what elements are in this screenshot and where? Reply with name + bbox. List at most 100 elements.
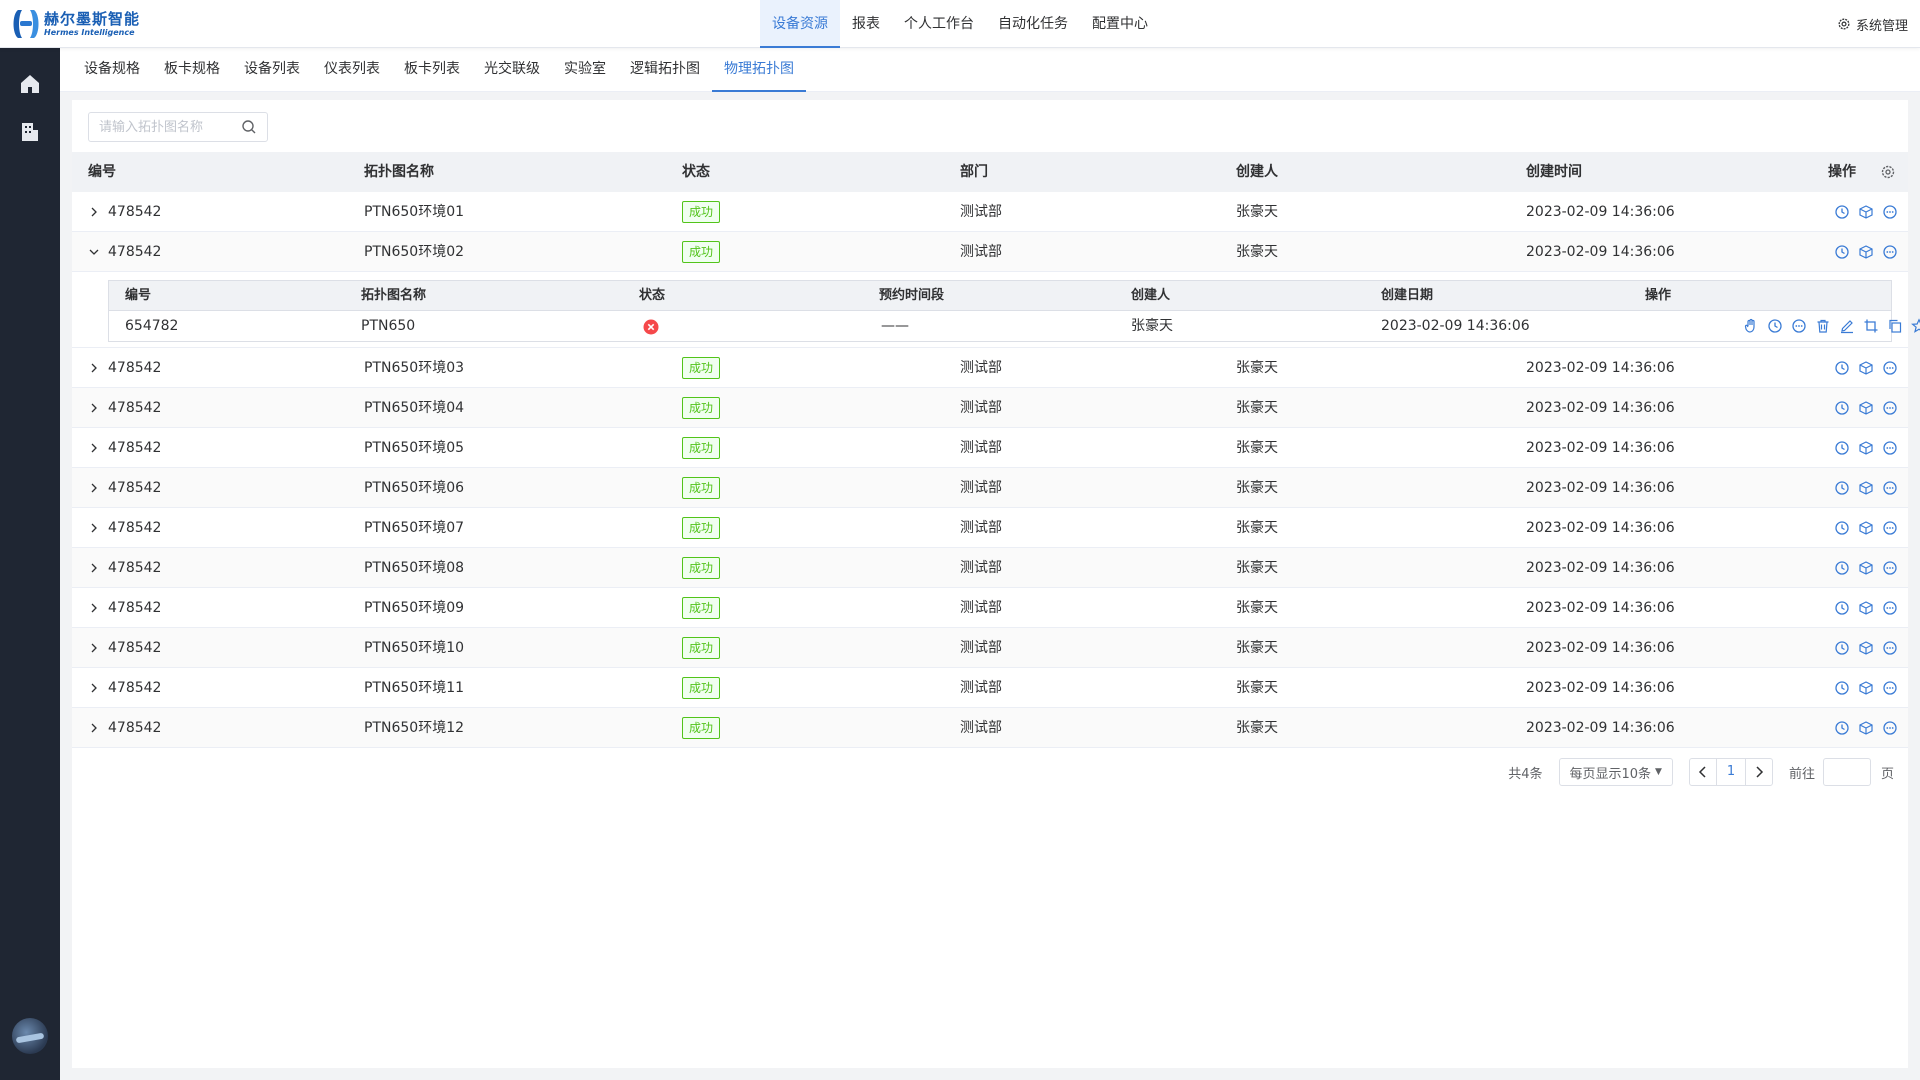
- edit-icon[interactable]: [1839, 318, 1855, 334]
- tab-logical-topology[interactable]: 逻辑拓扑图: [618, 48, 712, 92]
- clock-icon[interactable]: [1834, 600, 1850, 616]
- cube-icon[interactable]: [1858, 560, 1874, 576]
- chevron-right-icon[interactable]: [88, 682, 100, 694]
- tab-meter-list[interactable]: 仪表列表: [312, 48, 392, 92]
- table-row[interactable]: 478542 PTN650环境09 成功 测试部 张豪天 2023-02-09 …: [72, 588, 1908, 628]
- more-icon[interactable]: [1882, 720, 1898, 736]
- cube-icon[interactable]: [1858, 440, 1874, 456]
- table-body: 478542 PTN650环境01 成功 测试部 张豪天 2023-02-09 …: [72, 192, 1920, 748]
- chevron-right-icon[interactable]: [88, 642, 100, 654]
- table-row[interactable]: 478542 PTN650环境02 成功 测试部 张豪天 2023-02-09 …: [72, 232, 1908, 272]
- clock-icon[interactable]: [1834, 560, 1850, 576]
- table-row[interactable]: 478542 PTN650环境05 成功 测试部 张豪天 2023-02-09 …: [72, 428, 1908, 468]
- chevron-right-icon[interactable]: [88, 482, 100, 494]
- more-icon[interactable]: [1882, 520, 1898, 536]
- tab-device-list[interactable]: 设备列表: [232, 48, 312, 92]
- chevron-right-icon[interactable]: [88, 206, 100, 218]
- building-icon[interactable]: [18, 120, 42, 144]
- clock-icon[interactable]: [1834, 520, 1850, 536]
- clock-icon[interactable]: [1834, 480, 1850, 496]
- cube-icon[interactable]: [1858, 680, 1874, 696]
- sub-cell-name: PTN650: [361, 318, 416, 334]
- search-icon[interactable]: [241, 119, 257, 139]
- star-icon[interactable]: [1911, 318, 1920, 334]
- cube-icon[interactable]: [1858, 640, 1874, 656]
- cube-icon[interactable]: [1858, 520, 1874, 536]
- cube-icon[interactable]: [1858, 400, 1874, 416]
- cube-icon[interactable]: [1858, 244, 1874, 260]
- user-avatar[interactable]: [12, 1018, 48, 1054]
- sub-col-2: 状态: [639, 288, 666, 303]
- chevron-right-icon[interactable]: [88, 402, 100, 414]
- search-input[interactable]: [99, 113, 239, 141]
- sub-col-4: 创建人: [1131, 288, 1171, 303]
- more-icon[interactable]: [1882, 400, 1898, 416]
- clock-icon[interactable]: [1834, 204, 1850, 220]
- more-icon[interactable]: [1882, 600, 1898, 616]
- clock-icon[interactable]: [1834, 720, 1850, 736]
- more-icon[interactable]: [1882, 640, 1898, 656]
- tab-physical-topology[interactable]: 物理拓扑图: [712, 48, 806, 92]
- next-page-button[interactable]: [1744, 758, 1773, 786]
- brand-logo[interactable]: 赫尔墨斯智能 Hermes Intelligence: [12, 6, 140, 42]
- table-row[interactable]: 478542 PTN650环境10 成功 测试部 张豪天 2023-02-09 …: [72, 628, 1908, 668]
- more-icon[interactable]: [1791, 318, 1807, 334]
- copy-icon[interactable]: [1887, 318, 1903, 334]
- column-settings-icon[interactable]: [1880, 164, 1896, 184]
- cube-icon[interactable]: [1858, 600, 1874, 616]
- sub-table-row[interactable]: 654782 PTN650 —— 张豪天 2023-02-09 14:36:06: [109, 311, 1920, 341]
- cube-icon[interactable]: [1858, 720, 1874, 736]
- goto-page-input[interactable]: [1822, 758, 1871, 786]
- table-row[interactable]: 478542 PTN650环境01 成功 测试部 张豪天 2023-02-09 …: [72, 192, 1908, 232]
- topnav-config[interactable]: 配置中心: [1080, 0, 1160, 48]
- topnav-device-resources[interactable]: 设备资源: [760, 0, 840, 48]
- page-number[interactable]: 1: [1716, 758, 1745, 786]
- cube-icon[interactable]: [1858, 204, 1874, 220]
- table-row[interactable]: 478542 PTN650环境08 成功 测试部 张豪天 2023-02-09 …: [72, 548, 1908, 588]
- cube-icon[interactable]: [1858, 360, 1874, 376]
- chevron-right-icon[interactable]: [88, 602, 100, 614]
- tab-lab[interactable]: 实验室: [552, 48, 618, 92]
- chevron-right-icon[interactable]: [88, 442, 100, 454]
- clock-icon[interactable]: [1834, 440, 1850, 456]
- clock-icon[interactable]: [1834, 680, 1850, 696]
- topnav-reports[interactable]: 报表: [840, 0, 892, 48]
- topnav-workbench[interactable]: 个人工作台: [892, 0, 986, 48]
- tab-device-spec[interactable]: 设备规格: [72, 48, 152, 92]
- clock-icon[interactable]: [1834, 360, 1850, 376]
- table-row[interactable]: 478542 PTN650环境04 成功 测试部 张豪天 2023-02-09 …: [72, 388, 1908, 428]
- more-icon[interactable]: [1882, 560, 1898, 576]
- tab-optical-cascade[interactable]: 光交联级: [472, 48, 552, 92]
- more-icon[interactable]: [1882, 480, 1898, 496]
- clock-icon[interactable]: [1834, 244, 1850, 260]
- system-management-button[interactable]: 系统管理: [1837, 0, 1908, 48]
- table-row[interactable]: 478542 PTN650环境06 成功 测试部 张豪天 2023-02-09 …: [72, 468, 1908, 508]
- topnav-automation[interactable]: 自动化任务: [986, 0, 1080, 48]
- more-icon[interactable]: [1882, 440, 1898, 456]
- page-size-select[interactable]: 每页显示10条 ▼: [1558, 758, 1673, 786]
- more-icon[interactable]: [1882, 680, 1898, 696]
- table-row[interactable]: 478542 PTN650环境11 成功 测试部 张豪天 2023-02-09 …: [72, 668, 1908, 708]
- chevron-right-icon[interactable]: [88, 522, 100, 534]
- hand-icon[interactable]: [1743, 318, 1759, 334]
- more-icon[interactable]: [1882, 204, 1898, 220]
- table-row[interactable]: 478542 PTN650环境12 成功 测试部 张豪天 2023-02-09 …: [72, 708, 1908, 748]
- chevron-right-icon[interactable]: [88, 562, 100, 574]
- clock-icon[interactable]: [1834, 640, 1850, 656]
- chevron-right-icon[interactable]: [88, 362, 100, 374]
- clock-icon[interactable]: [1767, 318, 1783, 334]
- table-row[interactable]: 478542 PTN650环境07 成功 测试部 张豪天 2023-02-09 …: [72, 508, 1908, 548]
- tab-board-list[interactable]: 板卡列表: [392, 48, 472, 92]
- chevron-right-icon[interactable]: [88, 722, 100, 734]
- prev-page-button[interactable]: [1688, 758, 1717, 786]
- cube-icon[interactable]: [1858, 480, 1874, 496]
- more-icon[interactable]: [1882, 360, 1898, 376]
- chevron-down-icon[interactable]: [88, 246, 100, 258]
- tab-board-spec[interactable]: 板卡规格: [152, 48, 232, 92]
- table-row[interactable]: 478542 PTN650环境03 成功 测试部 张豪天 2023-02-09 …: [72, 348, 1908, 388]
- trash-icon[interactable]: [1815, 318, 1831, 334]
- more-icon[interactable]: [1882, 244, 1898, 260]
- home-icon[interactable]: [18, 72, 42, 96]
- clock-icon[interactable]: [1834, 400, 1850, 416]
- crop-icon[interactable]: [1863, 318, 1879, 334]
